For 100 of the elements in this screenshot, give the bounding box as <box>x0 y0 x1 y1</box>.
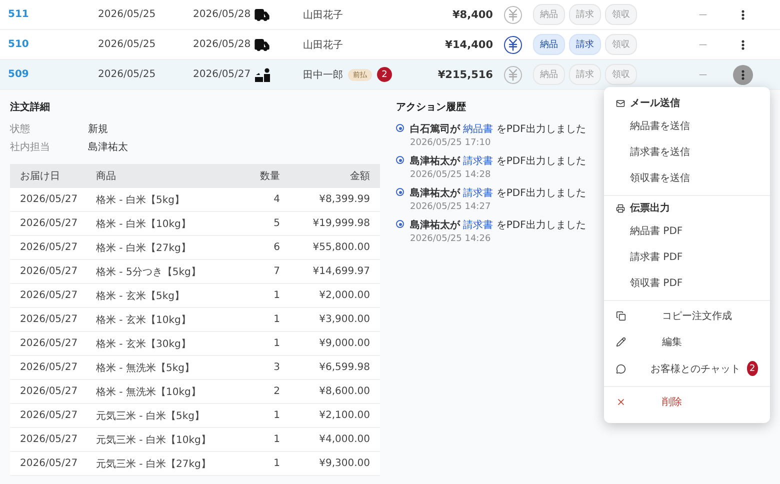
table-cell-text: 格米 - 玄米【5kg】 <box>96 290 186 302</box>
placeholder-dash: — <box>698 70 708 79</box>
customer-name: 山田花子 <box>303 38 343 52</box>
table-cell-text: 1 <box>272 290 280 301</box>
more-button[interactable] <box>733 64 753 84</box>
customer-name: 田中一郎 <box>303 68 343 82</box>
customer-name: 山田花子 <box>303 8 343 22</box>
table-cell-text: ¥8,600.00 <box>318 386 370 397</box>
close-icon <box>616 397 626 407</box>
field-value: 新規 <box>88 122 109 137</box>
truck-icon <box>254 6 270 22</box>
menu-item[interactable]: 請求書 PDF <box>604 244 770 270</box>
table-cell-text: 3 <box>272 362 280 373</box>
menu-item[interactable]: お客様とのチャット <box>650 362 741 376</box>
table-cell-text: 1 <box>272 410 280 421</box>
table-cell-text: 2026/05/27 <box>20 386 79 397</box>
order-id-link[interactable]: 511 <box>8 9 98 20</box>
history-entry: 島津祐太が 請求書 をPDF出力しました <box>410 186 586 200</box>
history-time: 2026/05/25 14:28 <box>410 170 492 180</box>
order-amount: ¥14,400 <box>444 38 493 50</box>
table-cell-text: 格米 - 白米【27kg】 <box>96 242 192 254</box>
field-label: 状態 <box>10 122 31 137</box>
table-cell-text: 2026/05/27 <box>20 290 79 301</box>
table-cell-text: 格米 - 5分つき【5kg】 <box>96 266 202 278</box>
table-cell-text: 1 <box>272 314 280 325</box>
table-cell-text: 格米 - 玄米【30kg】 <box>96 338 192 350</box>
menu-item[interactable]: 納品書 PDF <box>604 218 770 244</box>
section-title: 注文詳細 <box>10 100 51 114</box>
table-cell-text: ¥14,699.97 <box>312 266 370 277</box>
history-entry: 島津祐太が 請求書 をPDF出力しました <box>410 218 586 232</box>
table-cell-text: 2026/05/27 <box>20 242 79 253</box>
table-cell-text: ¥2,100.00 <box>318 410 370 421</box>
history-time: 2026/05/25 14:27 <box>410 202 492 212</box>
timeline-dot-icon <box>396 156 404 164</box>
history-time: 2026/05/25 17:10 <box>410 138 492 148</box>
menu-item[interactable]: 削除 <box>662 395 682 409</box>
table-cell-text: ¥4,000.00 <box>318 434 370 445</box>
order-date: 2026/05/25 <box>98 9 157 20</box>
table-cell-text: 5 <box>272 218 280 229</box>
table-cell-text: 2026/05/27 <box>20 194 79 205</box>
table-cell-text: 2026/05/27 <box>20 458 79 469</box>
table-cell-text: 1 <box>272 338 280 349</box>
person-with-parcel-icon <box>254 68 272 82</box>
field-label: 社内担当 <box>10 140 51 155</box>
column-header: お届け日 <box>20 170 61 183</box>
message-count-badge: 2 <box>746 361 758 376</box>
placeholder-dash: — <box>698 40 708 49</box>
table-cell-text: ¥55,800.00 <box>312 242 370 253</box>
table-cell-text: 4 <box>272 194 280 205</box>
table-cell-text: 元気三米 - 白米【5kg】 <box>96 410 206 422</box>
table-cell-text: 元気三米 - 白米【10kg】 <box>96 434 212 446</box>
history-time: 2026/05/25 14:26 <box>410 234 492 244</box>
menu-item[interactable]: 編集 <box>662 335 682 349</box>
table-cell-text: ¥2,000.00 <box>318 290 370 301</box>
order-amount: ¥8,400 <box>451 8 493 20</box>
column-header: 数量 <box>259 170 280 183</box>
menu-section-title: メール送信 <box>630 96 680 110</box>
menu-section-title: 伝票出力 <box>630 202 670 215</box>
table-cell-text: 2026/05/27 <box>20 362 79 373</box>
table-cell-text: 格米 - 無洗米【10kg】 <box>96 386 202 398</box>
mail-icon <box>616 98 625 108</box>
order-date: 2026/05/25 <box>98 69 157 80</box>
table-cell-text: 格米 - 白米【10kg】 <box>96 218 192 230</box>
table-cell-text: ¥3,900.00 <box>318 314 370 325</box>
document-chip[interactable]: 請求 <box>569 34 601 55</box>
table-cell-text: ¥19,999.98 <box>312 218 370 229</box>
section-title: アクション履歴 <box>396 100 467 114</box>
placeholder-dash: — <box>698 10 708 19</box>
delivery-date: 2026/05/28 <box>193 9 251 20</box>
chat-icon <box>616 364 626 374</box>
menu-item[interactable]: コピー注文作成 <box>662 309 732 323</box>
table-cell-text: ¥9,000.00 <box>318 338 370 349</box>
table-cell-text: 2 <box>272 386 280 397</box>
table-cell-text: 2026/05/27 <box>20 434 79 445</box>
yen-icon[interactable] <box>504 36 522 54</box>
history-entry: 白石篤司が 納品書 をPDF出力しました <box>410 122 586 136</box>
menu-item[interactable]: 納品書を送信 <box>604 113 770 139</box>
table-cell-text: ¥9,300.00 <box>318 458 370 469</box>
table-cell-text: 1 <box>272 434 280 445</box>
table-cell-text: 2026/05/27 <box>20 266 79 277</box>
menu-item[interactable]: 領収書を送信 <box>604 165 770 191</box>
copy-icon <box>616 311 626 321</box>
column-header: 金額 <box>349 170 370 183</box>
menu-item[interactable]: 領収書 PDF <box>604 270 770 296</box>
truck-icon <box>254 36 270 52</box>
table-cell-text: ¥6,599.98 <box>318 362 370 373</box>
table-cell-text: ¥8,399.99 <box>318 194 370 205</box>
pencil-icon <box>616 337 626 347</box>
order-amount: ¥215,516 <box>436 68 493 80</box>
delivery-date: 2026/05/28 <box>193 39 251 50</box>
table-cell-text: 2026/05/27 <box>20 410 79 421</box>
table-cell-text: 1 <box>272 458 280 469</box>
table-cell-text: 2026/05/27 <box>20 218 79 229</box>
document-chip[interactable]: 納品 <box>533 34 565 55</box>
menu-item[interactable]: 請求書を送信 <box>604 139 770 165</box>
table-cell-text: 格米 - 玄米【10kg】 <box>96 314 192 326</box>
order-id-link[interactable]: 510 <box>8 39 98 50</box>
timeline-dot-icon <box>396 188 404 196</box>
table-cell-text: 元気三米 - 白米【27kg】 <box>96 458 212 470</box>
table-cell-text: 6 <box>272 242 280 253</box>
